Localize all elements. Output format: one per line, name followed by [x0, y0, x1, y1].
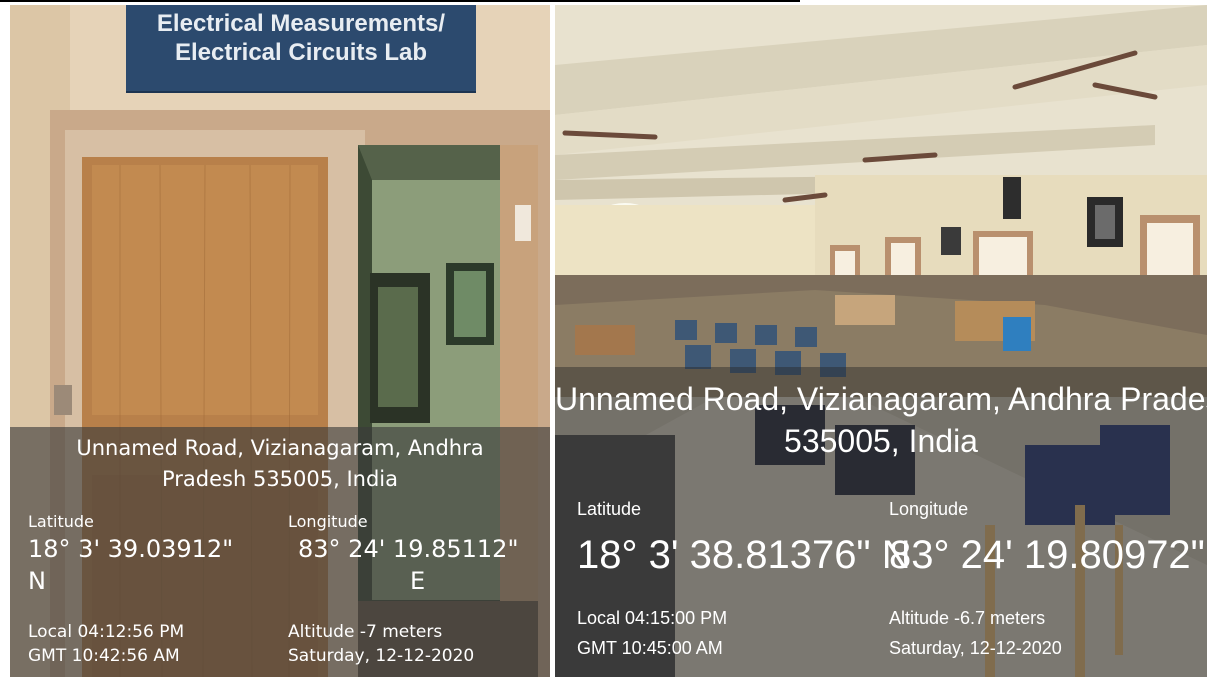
sign-line-1: Electrical Measurements/: [156, 10, 446, 37]
longitude-value: 83° 24' 19.80972" E: [889, 533, 1207, 577]
date: Saturday, 12-12-2020: [288, 646, 475, 666]
latitude-label: Latitude: [28, 512, 94, 531]
sign-line-2: Electrical Circuits Lab: [174, 39, 428, 66]
local-time: Local 04:15:00 PM: [577, 608, 728, 628]
altitude: Altitude -7 meters: [288, 622, 443, 642]
address-line-1: Unnamed Road, Vizianagaram, Andhra Prade…: [555, 381, 1207, 417]
longitude-label: Longitude: [889, 499, 969, 519]
gmt-time: GMT 10:45:00 AM: [577, 638, 723, 658]
address-line-2: Pradesh 535005, India: [161, 467, 399, 491]
longitude-hemisphere: E: [410, 567, 426, 595]
local-time: Local 04:12:56 PM: [28, 622, 185, 642]
lab-interior-photo: Unnamed Road, Vizianagaram, Andhra Prade…: [555, 5, 1207, 677]
lab-door-photo: Electrical Measurements/ Electrical Circ…: [10, 5, 550, 677]
altitude: Altitude -6.7 meters: [889, 608, 1046, 628]
longitude-label: Longitude: [288, 512, 368, 531]
top-border-line: [0, 0, 800, 2]
lab-name-sign: Electrical Measurements/ Electrical Circ…: [126, 5, 476, 93]
address-line-2: 535005, India: [784, 423, 978, 459]
latitude-label: Latitude: [577, 499, 642, 519]
latitude-hemisphere: N: [28, 567, 46, 595]
latitude-value: 18° 3' 38.81376" N: [577, 533, 911, 577]
gmt-time: GMT 10:42:56 AM: [28, 646, 180, 666]
longitude-value: 83° 24' 19.85112": [298, 535, 519, 563]
latitude-value: 18° 3' 39.03912": [28, 535, 234, 563]
date: Saturday, 12-12-2020: [889, 638, 1062, 658]
address-line-1: Unnamed Road, Vizianagaram, Andhra: [76, 436, 484, 460]
